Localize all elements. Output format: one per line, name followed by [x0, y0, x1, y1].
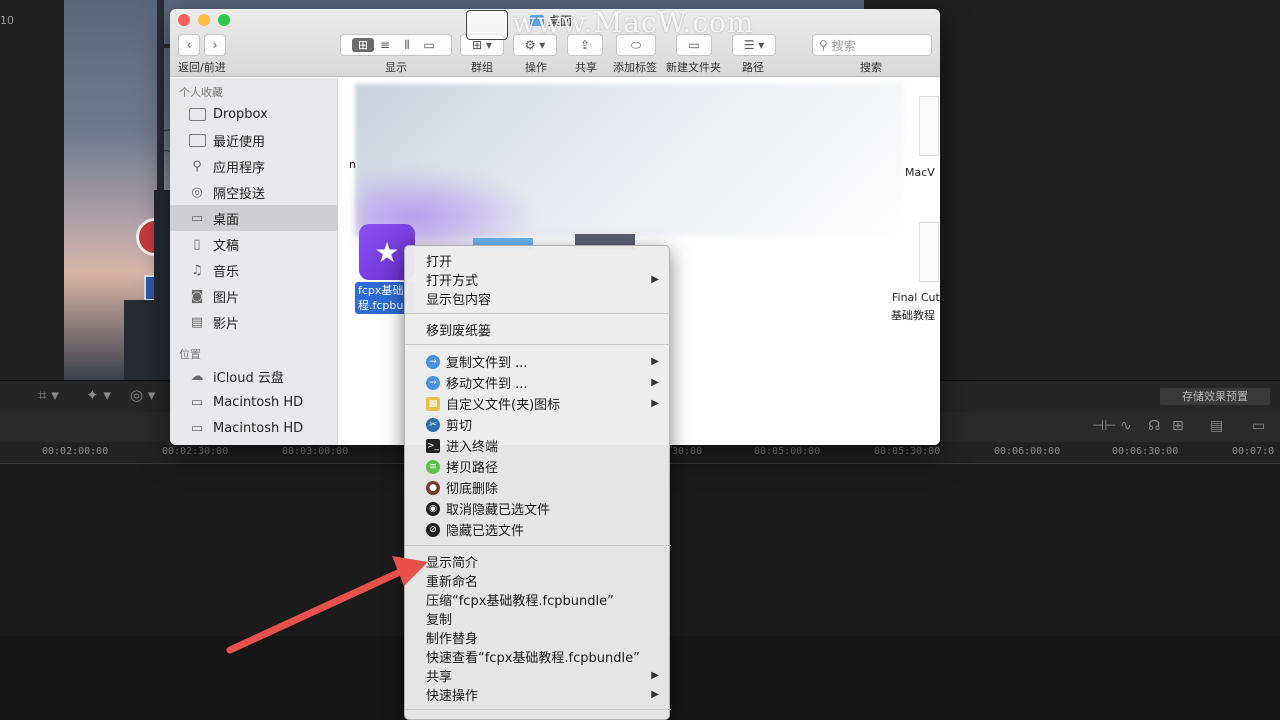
- annotation-arrow: [226, 556, 428, 654]
- watermark: www.MacW.com: [512, 6, 755, 39]
- screen: 10 ⌗ ▾ ✦ ▾ ◎ ▾ 存储效果预置 ⊣⊢ ∿ ☊ ⊞ ▤ ▭ 00:02…: [0, 0, 1280, 720]
